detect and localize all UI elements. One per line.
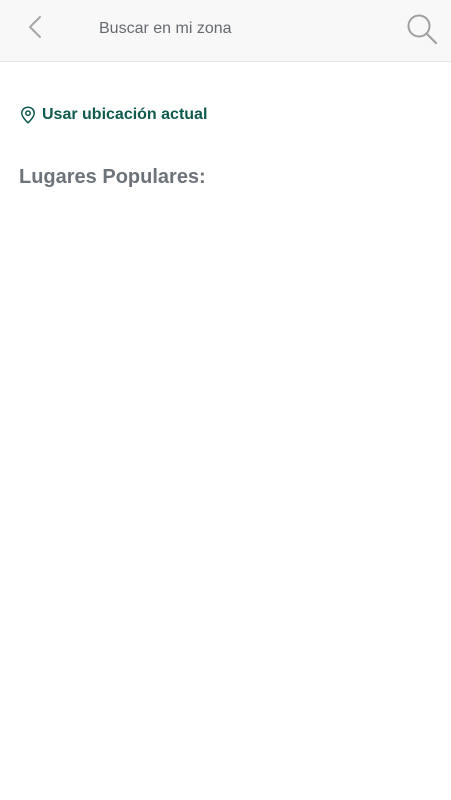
search-button[interactable] xyxy=(404,12,440,50)
use-current-location-label: Usar ubicación actual xyxy=(42,106,208,123)
chevron-left-icon xyxy=(28,15,42,44)
magnifier-icon xyxy=(406,13,438,50)
back-button[interactable] xyxy=(20,12,50,46)
map-pin-icon xyxy=(20,106,36,124)
popular-places-title: Lugares Populares: xyxy=(19,166,206,188)
search-input[interactable] xyxy=(99,16,389,42)
search-header xyxy=(0,0,451,62)
use-current-location-button[interactable]: Usar ubicación actual xyxy=(20,106,207,124)
search-screen: Usar ubicación actual Lugares Populares: xyxy=(0,0,451,800)
